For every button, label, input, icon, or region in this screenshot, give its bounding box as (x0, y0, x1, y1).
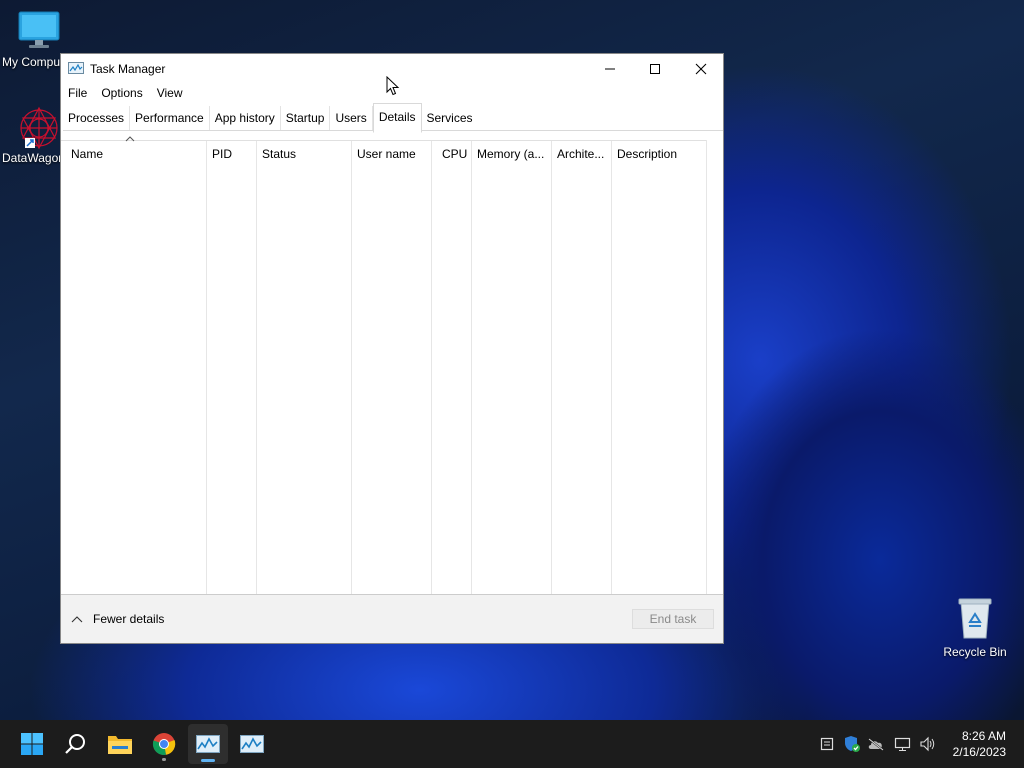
tab-services[interactable]: Services (422, 106, 478, 130)
active-indicator (201, 759, 215, 762)
column-header-pid[interactable]: PID (206, 141, 257, 594)
desktop-icon-recycle-bin[interactable]: Recycle Bin (938, 596, 1012, 659)
sort-ascending-icon (125, 136, 135, 142)
search-button[interactable] (56, 724, 96, 764)
shield-check-icon (845, 736, 860, 752)
menu-file[interactable]: File (61, 85, 94, 103)
start-button[interactable] (12, 724, 52, 764)
tab-strip: Processes Performance App history Startu… (63, 103, 723, 133)
mouse-cursor-icon (386, 76, 400, 96)
taskbar-chrome[interactable] (144, 724, 184, 764)
tray-network[interactable] (892, 734, 914, 754)
column-header-cpu[interactable]: CPU (431, 141, 472, 594)
taskbar-task-manager-1[interactable] (188, 724, 228, 764)
cloud-offline-icon (868, 738, 884, 751)
clock-date: 2/16/2023 (952, 745, 1006, 759)
notepad-icon (820, 737, 834, 751)
desktop-icon-label: Recycle Bin (943, 645, 1007, 659)
minimize-button[interactable] (587, 54, 633, 84)
tab-details[interactable]: Details (372, 103, 422, 133)
monitor-icon (18, 11, 60, 48)
task-manager-icon (240, 735, 264, 753)
taskbar-file-explorer[interactable] (100, 724, 140, 764)
folder-icon (108, 736, 132, 754)
chrome-icon (152, 733, 176, 755)
task-manager-window[interactable]: Task Manager File Options View Processes… (60, 53, 724, 644)
footer-bar: Fewer details End task (61, 594, 723, 643)
vertical-scrollbar[interactable] (706, 140, 723, 594)
tab-performance[interactable]: Performance (130, 106, 210, 130)
tray-volume[interactable] (917, 734, 939, 754)
fewer-details-button[interactable]: Fewer details (71, 612, 164, 626)
task-manager-icon (196, 735, 220, 753)
maximize-button[interactable] (632, 54, 678, 84)
recycle-bin-icon (958, 598, 992, 639)
windows-logo-icon (21, 733, 43, 755)
tray-security[interactable] (841, 734, 863, 754)
tab-app-history[interactable]: App history (210, 106, 281, 130)
close-button[interactable] (678, 54, 724, 84)
taskbar: 8:26 AM 2/16/2023 (0, 720, 1024, 768)
task-manager-app-icon (68, 62, 84, 74)
network-icon (894, 737, 911, 751)
window-title: Task Manager (90, 62, 166, 76)
speaker-icon (920, 736, 935, 752)
column-header-description[interactable]: Description (611, 141, 707, 594)
end-task-button[interactable]: End task (632, 609, 714, 629)
running-indicator (162, 758, 166, 761)
column-header-status[interactable]: Status (256, 141, 352, 594)
chevron-up-icon (71, 616, 83, 623)
column-header-architecture[interactable]: Archite... (551, 141, 612, 594)
clock-time: 8:26 AM (961, 729, 1006, 743)
column-header-user-name[interactable]: User name (351, 141, 432, 594)
tray-onedrive[interactable] (865, 734, 887, 754)
details-table[interactable]: Name PID Status User name CPU Memory (a.… (61, 136, 707, 594)
column-header-memory[interactable]: Memory (a... (471, 141, 552, 594)
fewer-details-label: Fewer details (93, 612, 165, 626)
menu-view[interactable]: View (150, 85, 190, 103)
system-clock[interactable]: 8:26 AM 2/16/2023 (953, 728, 1006, 760)
column-header-name[interactable]: Name (61, 136, 207, 594)
minimize-icon (605, 68, 615, 70)
tab-processes[interactable]: Processes (63, 106, 131, 130)
datawagon-logo-icon (20, 106, 58, 150)
tray-notes[interactable] (816, 734, 838, 754)
search-icon (65, 734, 85, 754)
maximize-icon (650, 64, 660, 74)
menu-bar: File Options View (61, 85, 190, 103)
taskbar-task-manager-2[interactable] (232, 724, 272, 764)
tab-startup[interactable]: Startup (281, 106, 331, 130)
tab-users[interactable]: Users (330, 106, 373, 130)
menu-options[interactable]: Options (94, 85, 149, 103)
close-icon (695, 63, 707, 75)
